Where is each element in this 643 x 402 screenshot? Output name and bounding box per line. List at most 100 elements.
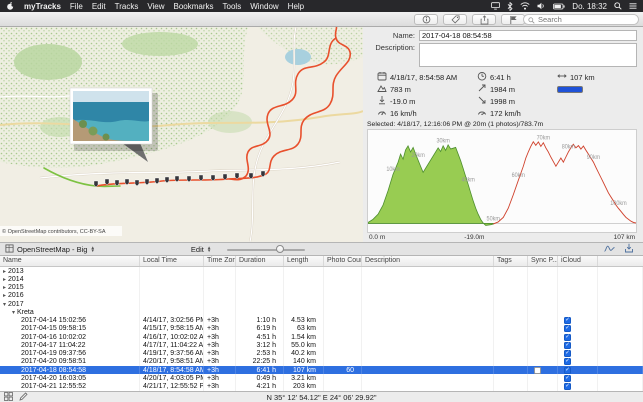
cell-photo-count [324, 300, 362, 308]
table-row[interactable]: 2017-04-16 10:02:024/16/17, 10:02:02 AM+… [0, 333, 643, 341]
cell-length: 4.53 km [284, 317, 324, 325]
flag-button[interactable] [501, 14, 525, 25]
table-row[interactable]: 2017-04-15 09:58:154/15/17, 9:58:15 AM+3… [0, 325, 643, 333]
map-canvas[interactable]: © OpenStreetMap contributors, CC-BY-SA [0, 27, 363, 242]
icloud-checkbox[interactable]: ✓ [564, 342, 571, 349]
track-name-field[interactable]: 2017-04-18 08:54:58 [419, 30, 637, 41]
icloud-checkbox[interactable]: ✓ [564, 317, 571, 324]
table-row[interactable]: 2017-04-17 11:04:224/17/17, 11:04:22 AM+… [0, 341, 643, 349]
table-row[interactable]: ▸2016 [0, 292, 643, 300]
bluetooth-status-icon[interactable] [507, 2, 513, 11]
search-input[interactable] [538, 15, 634, 24]
table-row[interactable]: ▾2017 [0, 300, 643, 308]
icloud-checkbox[interactable]: ✓ [564, 358, 571, 365]
spotlight-icon[interactable] [614, 2, 622, 10]
disclosure-triangle[interactable]: ▾ [12, 309, 15, 316]
table-row[interactable]: 2017-04-18 08:54:584/18/17, 8:54:58 AM+3… [0, 366, 643, 374]
cell-photo-count [324, 358, 362, 366]
zoom-slider[interactable] [227, 244, 305, 254]
cell-time-zone: +3h [204, 317, 236, 325]
menu-item-help[interactable]: Help [288, 2, 304, 11]
disclosure-triangle[interactable]: ▸ [3, 276, 6, 283]
menu-item-tools[interactable]: Tools [223, 2, 242, 11]
map-source-dropdown[interactable]: OpenStreetMap - Big ▲▼ [5, 244, 95, 255]
column-header-length[interactable]: Length [284, 256, 324, 266]
profile-chart-icon[interactable] [604, 244, 615, 255]
menu-item-edit[interactable]: Edit [92, 2, 106, 11]
cell-duration [236, 284, 284, 292]
table-row[interactable]: 2017-04-20 09:58:514/20/17, 9:58:51 AM+3… [0, 358, 643, 366]
map-view[interactable]: © OpenStreetMap contributors, CC-BY-SA [0, 27, 363, 242]
icloud-checkbox[interactable]: ✓ [564, 375, 571, 382]
menu-items: myTracks File Edit Tracks View Bookmarks Tools… [24, 2, 304, 11]
pencil-icon[interactable] [19, 388, 28, 402]
icloud-checkbox[interactable]: ✓ [564, 334, 571, 341]
wifi-status-icon[interactable] [520, 2, 530, 10]
cell-tags [494, 341, 528, 349]
info-button[interactable] [414, 14, 438, 25]
volume-status-icon[interactable] [537, 2, 546, 10]
icloud-checkbox[interactable]: ✓ [564, 383, 571, 390]
table-row[interactable]: 2017-04-20 16:03:054/20/17, 4:03:05 PM+3… [0, 374, 643, 382]
table-row[interactable]: 2017-04-21 12:55:524/21/17, 12:55:52 PM+… [0, 383, 643, 391]
menu-item-view[interactable]: View [147, 2, 164, 11]
column-header-tags[interactable]: Tags [494, 256, 528, 266]
share-button[interactable] [472, 14, 496, 25]
notification-center-icon[interactable] [629, 2, 637, 10]
menu-item-file[interactable]: File [70, 2, 83, 11]
cell-tags [494, 308, 528, 316]
table-row[interactable]: ▸2013 [0, 267, 643, 275]
edit-mode-dropdown[interactable]: Edit ▲▼ [191, 245, 211, 254]
menu-item-tracks[interactable]: Tracks [115, 2, 139, 11]
elevation-chart[interactable]: 10km20km30km40km50km60km70km80km90km100k… [367, 129, 637, 233]
icloud-checkbox[interactable]: ✓ [564, 350, 571, 357]
table-row[interactable]: ▾Kreta [0, 308, 643, 316]
cell-photo-count [324, 325, 362, 333]
icloud-checkbox[interactable]: ✓ [564, 367, 571, 374]
cell-duration [236, 275, 284, 283]
cell-duration: 4:21 h [236, 383, 284, 391]
table-row[interactable]: 2017-04-19 09:37:564/19/17, 9:37:56 AM+3… [0, 350, 643, 358]
display-status-icon[interactable] [491, 2, 500, 10]
cell-time-zone [204, 284, 236, 292]
column-header-duration[interactable]: Duration [236, 256, 284, 266]
track-description-field[interactable] [419, 43, 637, 67]
disclosure-triangle[interactable]: ▸ [3, 284, 6, 291]
icloud-checkbox[interactable]: ✓ [564, 325, 571, 332]
battery-status-icon[interactable] [553, 3, 565, 10]
column-header-description[interactable]: Description [362, 256, 494, 266]
column-header-icloud[interactable]: iCloud [558, 256, 598, 266]
apple-menu-icon[interactable] [6, 1, 15, 11]
cell-local-time [140, 300, 204, 308]
tag-button[interactable] [443, 14, 467, 25]
disclosure-triangle[interactable]: ▾ [3, 301, 6, 308]
photo-popup[interactable] [70, 88, 158, 162]
menu-item-bookmarks[interactable]: Bookmarks [174, 2, 214, 11]
cell-local-time: 4/21/17, 12:55:52 PM [140, 383, 204, 391]
table-row[interactable]: ▸2015 [0, 284, 643, 292]
zoom-slider-knob[interactable] [276, 245, 284, 253]
menu-item-window[interactable]: Window [250, 2, 278, 11]
column-header-name[interactable]: Name [0, 256, 140, 266]
disclosure-triangle[interactable]: ▸ [3, 292, 6, 299]
menu-item-mytracks[interactable]: myTracks [24, 2, 61, 11]
column-header-photo-count[interactable]: Photo Count [324, 256, 362, 266]
search-field[interactable] [523, 14, 639, 25]
cell-duration [236, 292, 284, 300]
cell-description [362, 350, 494, 358]
track-color-swatch[interactable] [557, 86, 583, 93]
photo-thumbnail[interactable] [73, 91, 149, 141]
column-header-sync-p-[interactable]: Sync P... [528, 256, 558, 266]
table-row[interactable]: 2017-04-14 15:02:564/14/17, 3:02:56 PM+3… [0, 317, 643, 325]
cell-description [362, 267, 494, 275]
grid-view-icon[interactable] [4, 388, 13, 402]
disclosure-triangle[interactable]: ▸ [3, 268, 6, 275]
export-icon[interactable] [624, 243, 634, 255]
column-header-local-time[interactable]: Local Time [140, 256, 204, 266]
table-row[interactable]: ▸2014 [0, 275, 643, 283]
descent-icon [477, 95, 487, 107]
cell-time-zone: +3h [204, 383, 236, 391]
menu-clock[interactable]: Do. 18:32 [572, 2, 607, 11]
column-header-time-zone[interactable]: Time Zone [204, 256, 236, 266]
sync-photos-checkbox[interactable] [534, 367, 541, 374]
